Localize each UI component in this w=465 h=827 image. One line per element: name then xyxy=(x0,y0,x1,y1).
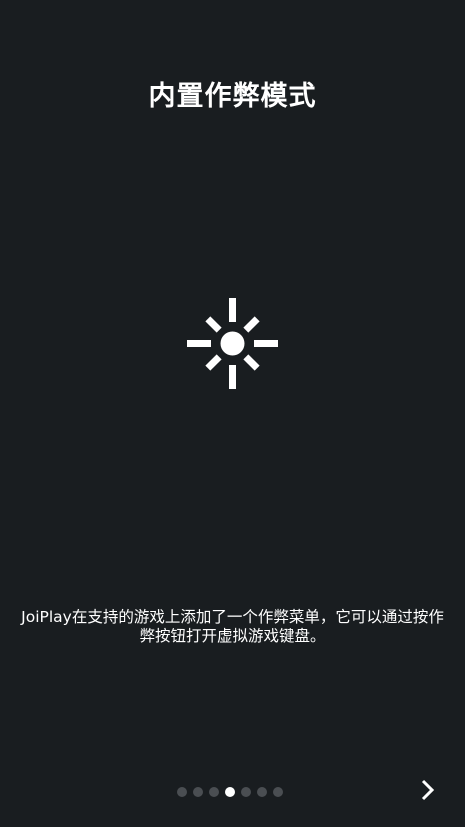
chevron-right-icon xyxy=(421,779,435,801)
page-indicator xyxy=(177,786,283,797)
page-dot xyxy=(209,786,219,797)
onboarding-screen: 内置作弊模式 JoiPlay在支持的游戏上添加了一个作弊菜单，它可以通过按作弊按… xyxy=(0,0,465,827)
page-dot xyxy=(177,786,187,797)
page-title: 内置作弊模式 xyxy=(148,81,317,112)
next-button[interactable] xyxy=(412,774,444,806)
feature-description: JoiPlay在支持的游戏上添加了一个作弊菜单，它可以通过按作弊按钮打开虚拟游戏… xyxy=(21,608,444,645)
page-dot xyxy=(273,786,283,797)
page-dot-active xyxy=(225,786,235,797)
page-dot xyxy=(193,786,203,797)
page-dot xyxy=(257,786,267,797)
brightness-icon xyxy=(186,297,279,390)
page-dot xyxy=(241,786,251,797)
